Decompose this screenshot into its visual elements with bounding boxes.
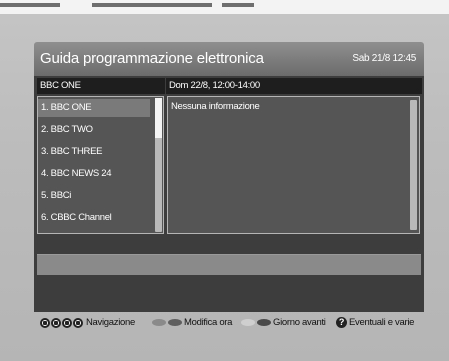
page-title: Guida programmazione elettronica [40, 50, 264, 67]
event-detail-pane: Nessuna informazione [167, 96, 420, 234]
nav-legend: Navigazione [40, 317, 135, 328]
help-legend[interactable]: ? Eventuali e varie [336, 317, 414, 328]
channel-item-bbc-one[interactable]: 1. BBC ONE [38, 99, 150, 117]
footer-legend: Navigazione Modifica ora Giorno avanti ?… [34, 312, 424, 336]
event-header: Dom 22/8, 12:00-14:00 [166, 78, 422, 94]
up-arrow-icon [51, 317, 61, 328]
red-key-legend[interactable]: Modifica ora [152, 317, 232, 328]
event-info: Nessuna informazione [171, 101, 260, 112]
event-detail-scrollbar[interactable] [410, 100, 417, 230]
green-key-legend[interactable]: Giorno avanti [241, 317, 326, 328]
left-arrow-icon [40, 317, 50, 328]
title-bar: Guida programmazione elettronica Sab 21/… [34, 42, 424, 76]
channel-item-bbc-three[interactable]: 3. BBC THREE [38, 143, 150, 161]
edge-dash [0, 3, 60, 7]
green-key-label: Giorno avanti [273, 317, 326, 328]
channel-item-cbbc-channel[interactable]: 6. CBBC Channel [38, 209, 150, 227]
channel-list-scrollbar[interactable] [155, 98, 162, 232]
channel-item-bbc-news-24[interactable]: 4. BBC NEWS 24 [38, 165, 150, 183]
current-datetime: Sab 21/8 12:45 [352, 53, 416, 64]
down-arrow-icon [62, 317, 72, 328]
channel-item-bbc-two[interactable]: 2. BBC TWO [38, 121, 150, 139]
nav-label: Navigazione [86, 317, 135, 328]
channel-item-bbci[interactable]: 5. BBCi [38, 187, 150, 205]
red-button-icon [152, 319, 166, 326]
yellow-button-icon [241, 319, 255, 326]
top-edge [0, 0, 449, 14]
epg-screen: Guida programmazione elettronica Sab 21/… [0, 14, 449, 361]
channel-list-scroll-thumb[interactable] [155, 98, 162, 138]
red-key-label: Modifica ora [184, 317, 233, 328]
channel-list[interactable]: 1. BBC ONE 2. BBC TWO 3. BBC THREE 4. BB… [37, 96, 164, 234]
channel-header: BBC ONE [37, 78, 165, 94]
edge-dash [222, 3, 254, 7]
green-button-icon [168, 319, 182, 326]
edge-dash [92, 3, 212, 7]
right-arrow-icon [73, 317, 83, 328]
epg-panel: BBC ONE Dom 22/8, 12:00-14:00 1. BBC ONE… [34, 76, 424, 312]
info-strip [37, 254, 421, 275]
help-label: Eventuali e varie [349, 317, 415, 328]
blue-button-icon [257, 319, 271, 326]
help-icon: ? [336, 317, 347, 328]
